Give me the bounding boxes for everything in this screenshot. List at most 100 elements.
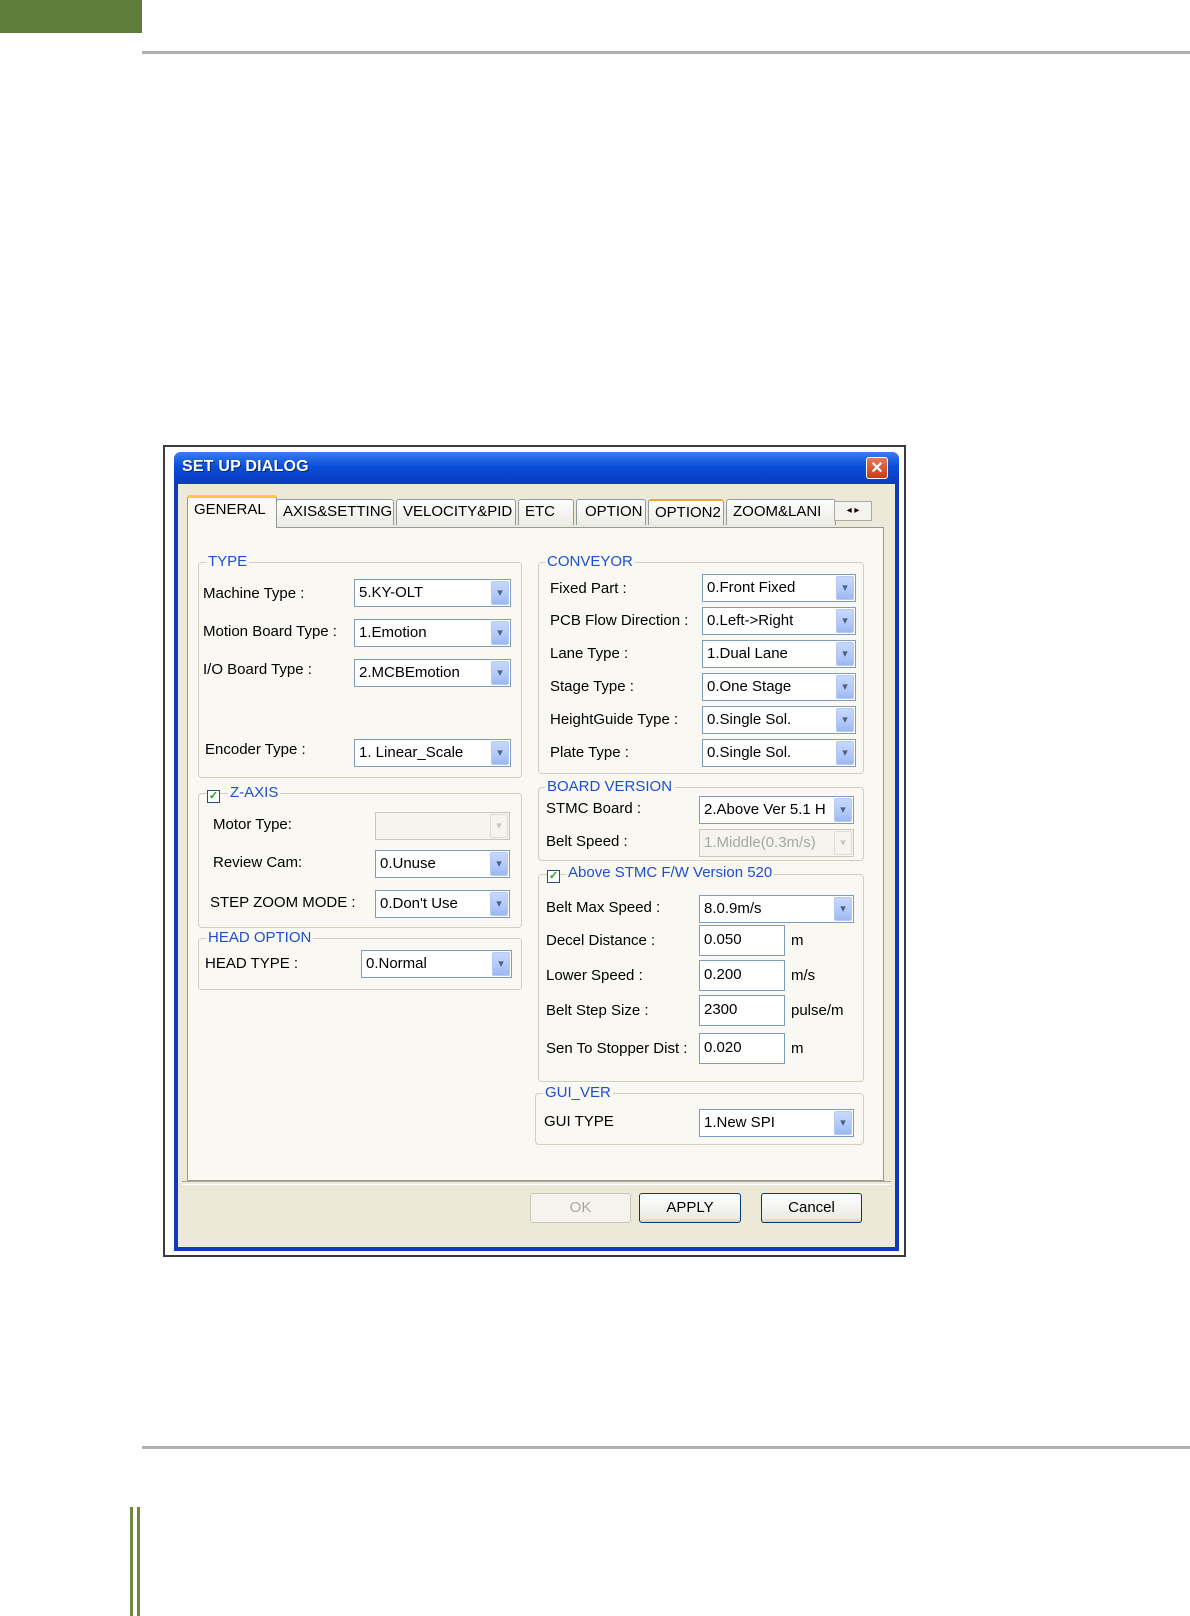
chevron-down-icon[interactable]: ▾ — [834, 831, 852, 855]
tab-general[interactable]: GENERAL — [187, 495, 277, 528]
review-cam-label: Review Cam: — [213, 854, 303, 871]
motor-type-label: Motor Type: — [213, 816, 292, 833]
lane-type-label: Lane Type : — [550, 645, 629, 662]
head-option-legend: HEAD OPTION — [206, 929, 314, 946]
head-type-label: HEAD TYPE : — [205, 955, 299, 972]
encoder-type-label: Encoder Type : — [205, 741, 306, 758]
tab-zoom-lane[interactable]: ZOOM&LANI — [726, 499, 836, 525]
tab-option2[interactable]: OPTION2 — [648, 499, 724, 525]
belt-step-size-field[interactable]: 2300 — [699, 995, 785, 1026]
z-axis-checkbox[interactable]: ✓ — [207, 790, 220, 803]
belt-step-size-label: Belt Step Size : — [546, 1002, 649, 1019]
heightguide-type-value: 0.Single Sol. — [707, 711, 792, 728]
stage-type-combo[interactable]: 0.One Stage ▾ — [702, 673, 856, 701]
belt-max-speed-value: 8.0.9m/s — [704, 900, 762, 917]
belt-speed-combo[interactable]: 1.Middle(0.3m/s) ▾ — [699, 829, 854, 857]
heightguide-type-label: HeightGuide Type : — [550, 711, 679, 728]
sen-to-stopper-dist-label: Sen To Stopper Dist : — [546, 1040, 688, 1057]
fixed-part-combo[interactable]: 0.Front Fixed ▾ — [702, 574, 856, 602]
sen-to-stopper-dist-unit: m — [791, 1040, 804, 1057]
encoder-type-combo[interactable]: 1. Linear_Scale ▾ — [354, 739, 511, 767]
footer-accent-bar — [130, 1507, 133, 1616]
cancel-button[interactable]: Cancel — [761, 1193, 862, 1223]
chevron-down-icon[interactable]: ▾ — [491, 741, 509, 765]
stmc-board-label: STMC Board : — [546, 800, 642, 817]
tab-label: OPTION — [585, 503, 643, 520]
machine-type-label: Machine Type : — [203, 585, 305, 602]
title-bar[interactable]: SET UP DIALOG ✕ — [174, 452, 899, 484]
stmc-fw-checkbox[interactable]: ✓ — [547, 870, 560, 883]
apply-button[interactable]: APPLY — [639, 1193, 741, 1223]
ok-button[interactable]: OK — [530, 1193, 631, 1223]
belt-max-speed-combo[interactable]: 8.0.9m/s ▾ — [699, 895, 854, 923]
chevron-down-icon[interactable]: ▾ — [836, 741, 854, 765]
tab-scroll-icon: ◂ ▸ — [846, 505, 860, 516]
machine-type-combo[interactable]: 5.KY-OLT ▾ — [354, 579, 511, 607]
checkmark-icon: ✓ — [208, 790, 219, 802]
tab-option[interactable]: OPTION — [576, 499, 646, 525]
tab-axis-setting[interactable]: AXIS&SETTING — [276, 499, 394, 525]
header-rule — [142, 51, 1190, 54]
step-zoom-mode-value: 0.Don't Use — [380, 895, 458, 912]
tab-etc[interactable]: ETC — [518, 499, 574, 525]
stage-type-label: Stage Type : — [550, 678, 634, 695]
review-cam-combo[interactable]: 0.Unuse ▾ — [375, 850, 510, 878]
stmc-board-combo[interactable]: 2.Above Ver 5.1 H ▾ — [699, 796, 854, 824]
chevron-down-icon[interactable]: ▾ — [834, 798, 852, 822]
heightguide-type-combo[interactable]: 0.Single Sol. ▾ — [702, 706, 856, 734]
tab-label: OPTION2 — [655, 504, 721, 521]
belt-speed-label: Belt Speed : — [546, 833, 628, 850]
decel-distance-unit: m — [791, 932, 804, 949]
decel-distance-field[interactable]: 0.050 — [699, 925, 785, 956]
tab-velocity-pid[interactable]: VELOCITY&PID — [396, 499, 516, 525]
pcb-flow-direction-combo[interactable]: 0.Left->Right ▾ — [702, 607, 856, 635]
chevron-down-icon[interactable]: ▾ — [836, 609, 854, 633]
dialog-title: SET UP DIALOG — [182, 458, 309, 475]
tab-label: AXIS&SETTING — [283, 503, 393, 520]
type-group-legend: TYPE — [206, 553, 250, 570]
chevron-down-icon[interactable]: ▾ — [492, 952, 510, 976]
chevron-down-icon[interactable]: ▾ — [491, 621, 509, 645]
stage-type-value: 0.One Stage — [707, 678, 792, 695]
chevron-down-icon[interactable]: ▾ — [836, 576, 854, 600]
sen-to-stopper-dist-field[interactable]: 0.020 — [699, 1033, 785, 1064]
gui-type-combo[interactable]: 1.New SPI ▾ — [699, 1109, 854, 1137]
board-version-legend: BOARD VERSION — [545, 778, 675, 795]
tab-label: ZOOM&LANI — [733, 503, 822, 520]
conveyor-legend: CONVEYOR — [545, 553, 635, 570]
chevron-down-icon[interactable]: ▾ — [490, 892, 508, 916]
tab-label: GENERAL — [194, 501, 266, 518]
setup-dialog-window: SET UP DIALOG ✕ GENERAL AXIS&SETTING VEL… — [174, 452, 899, 1251]
gui-type-value: 1.New SPI — [704, 1114, 775, 1131]
lower-speed-unit: m/s — [791, 967, 816, 984]
chevron-down-icon[interactable]: ▾ — [836, 708, 854, 732]
tab-label: VELOCITY&PID — [403, 503, 513, 520]
chevron-down-icon[interactable]: ▾ — [490, 852, 508, 876]
step-zoom-mode-combo[interactable]: 0.Don't Use ▾ — [375, 890, 510, 918]
pcb-flow-direction-label: PCB Flow Direction : — [550, 612, 689, 629]
chevron-down-icon[interactable]: ▾ — [834, 1111, 852, 1135]
fixed-part-label: Fixed Part : — [550, 580, 627, 597]
chevron-down-icon[interactable]: ▾ — [490, 814, 508, 838]
encoder-type-value: 1. Linear_Scale — [359, 744, 464, 761]
chevron-down-icon[interactable]: ▾ — [836, 675, 854, 699]
stmc-board-value: 2.Above Ver 5.1 H — [704, 801, 826, 818]
z-axis-legend: Z-AXIS — [228, 784, 281, 801]
plate-type-value: 0.Single Sol. — [707, 744, 792, 761]
lower-speed-label: Lower Speed : — [546, 967, 643, 984]
chevron-down-icon[interactable]: ▾ — [491, 581, 509, 605]
chevron-down-icon[interactable]: ▾ — [834, 897, 852, 921]
head-type-combo[interactable]: 0.Normal ▾ — [361, 950, 512, 978]
plate-type-combo[interactable]: 0.Single Sol. ▾ — [702, 739, 856, 767]
chevron-down-icon[interactable]: ▾ — [836, 642, 854, 666]
tab-scroll-arrows[interactable]: ◂ ▸ — [834, 501, 872, 521]
motion-board-type-combo[interactable]: 1.Emotion ▾ — [354, 619, 511, 647]
chevron-down-icon[interactable]: ▾ — [491, 661, 509, 685]
lower-speed-field[interactable]: 0.200 — [699, 960, 785, 991]
motor-type-combo[interactable]: ▾ — [375, 812, 510, 840]
close-button[interactable]: ✕ — [866, 457, 888, 479]
lane-type-combo[interactable]: 1.Dual Lane ▾ — [702, 640, 856, 668]
review-cam-value: 0.Unuse — [380, 855, 436, 872]
general-tab-panel: TYPE Machine Type : 5.KY-OLT ▾ Motion Bo… — [187, 527, 884, 1181]
io-board-type-combo[interactable]: 2.MCBEmotion ▾ — [354, 659, 511, 687]
